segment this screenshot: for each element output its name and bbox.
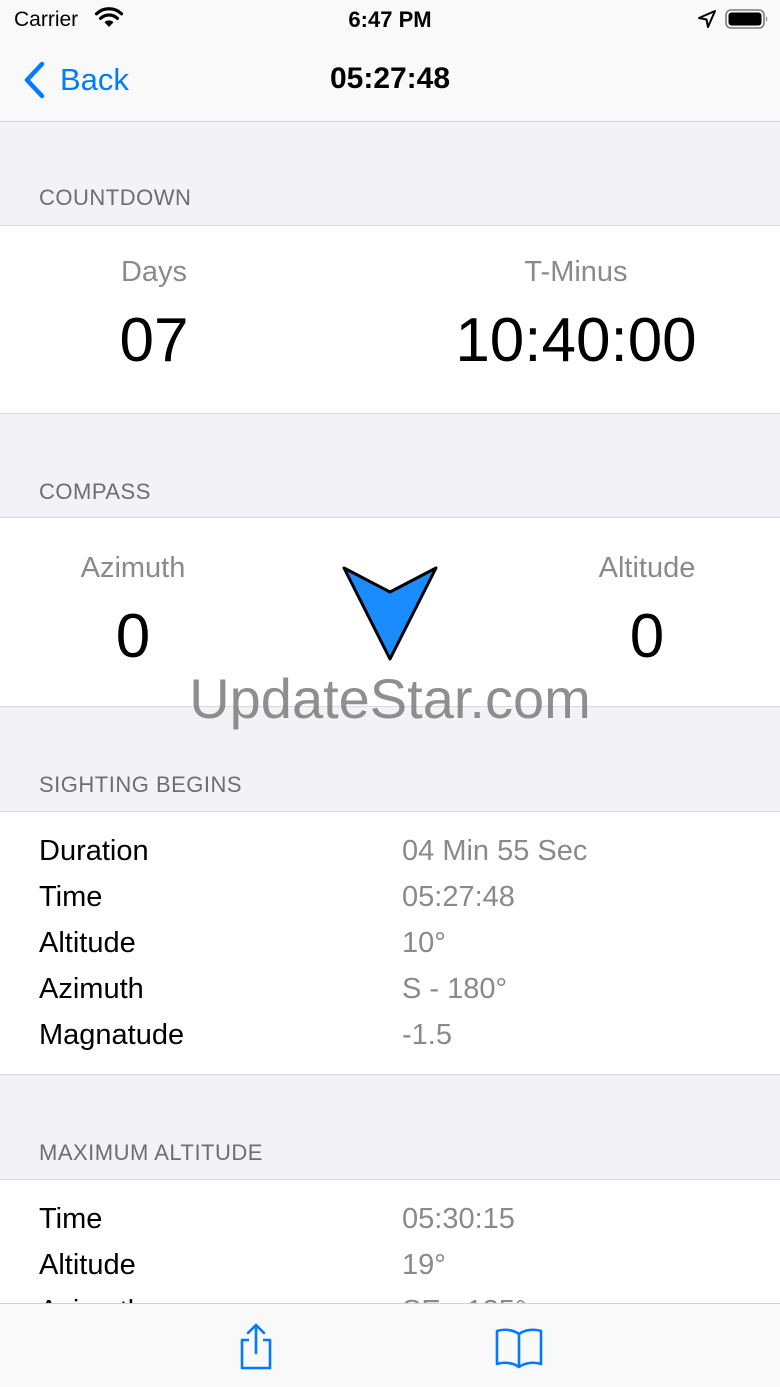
tminus-value: 10:40:00 [455,306,697,375]
list-item: Duration 04 Min 55 Sec [39,835,759,881]
azimuth-block: Azimuth 0 [33,552,233,672]
row-label: Time [39,1203,103,1235]
row-value: -1.5 [402,1019,452,1051]
list-item: Altitude 19° [39,1249,759,1295]
azimuth-label: Azimuth [80,552,186,584]
row-value: 04 Min 55 Sec [402,835,588,867]
status-time: 6:47 PM [348,7,432,32]
sighting-begins-header: SIGHTING BEGINS [39,772,243,797]
navigation-bar: Back 05:27:48 [0,40,780,122]
status-bar: Carrier 6:47 PM [0,0,780,40]
days-label: Days [120,256,188,288]
row-label: Altitude [39,1249,136,1281]
days-value: 07 [119,306,189,375]
tminus-block: T-Minus 10:40:00 [426,256,726,376]
countdown-card: Days 07 T-Minus 10:40:00 [0,225,780,414]
days-block: Days 07 [54,256,254,376]
row-value: S - 180° [402,973,508,1005]
azimuth-value: 0 [115,602,151,671]
row-label: Altitude [39,927,136,959]
list-item: Azimuth S - 180° [39,973,759,1019]
altitude-block: Altitude 0 [547,552,747,672]
watermark: UpdateStar.com [189,667,591,730]
list-item: Time 05:27:48 [39,881,759,927]
maximum-altitude-header: MAXIMUM ALTITUDE [39,1140,263,1165]
row-value: 05:27:48 [402,881,515,913]
page-title: 05:27:48 [329,62,451,95]
row-label: Time [39,881,103,913]
list-item: Altitude 10° [39,927,759,973]
sighting-begins-card: Duration 04 Min 55 Sec Time 05:27:48 Alt… [0,811,780,1075]
altitude-value: 0 [629,602,665,671]
row-label: Duration [39,835,149,867]
altitude-label: Altitude [598,552,696,584]
share-icon[interactable] [231,1322,281,1372]
bottom-toolbar [0,1303,780,1387]
compass-arrow-icon [342,566,438,661]
location-arrow-icon [698,10,716,28]
list-item: Time 05:30:15 [39,1203,759,1249]
compass-header: COMPASS [39,479,151,504]
row-label: Magnatude [39,1019,185,1051]
countdown-header: COUNTDOWN [39,185,192,210]
row-value: 10° [402,927,446,959]
row-value: 19° [402,1249,446,1281]
book-icon[interactable] [494,1322,544,1372]
row-value: 05:30:15 [402,1203,515,1235]
row-label: Azimuth [39,973,144,1005]
battery-icon [725,9,768,29]
tminus-label: T-Minus [524,256,628,288]
list-item: Magnatude -1.5 [39,1019,759,1065]
